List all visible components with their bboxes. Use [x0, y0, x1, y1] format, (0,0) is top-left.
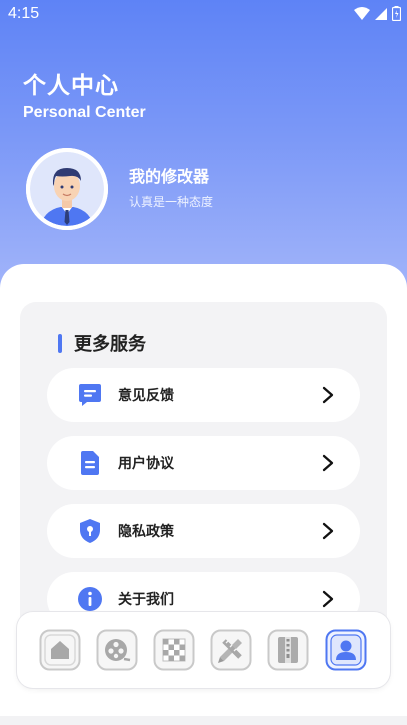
- bottom-edge: [0, 716, 407, 725]
- chevron-right-icon: [322, 590, 334, 608]
- film-reel-icon: [96, 629, 138, 671]
- status-bar: 4:15: [0, 0, 407, 28]
- chevron-right-icon: [322, 386, 334, 404]
- shield-icon: [80, 519, 100, 543]
- document-icon: [81, 451, 99, 475]
- page-title: 个人中心: [23, 73, 119, 99]
- wifi-icon: [354, 6, 370, 20]
- menu-item-label: 关于我们: [118, 592, 174, 608]
- tab-tools[interactable]: [210, 629, 252, 671]
- section-header: 更多服务: [58, 330, 146, 356]
- menu-item-user-agreement[interactable]: 用户协议: [47, 436, 360, 490]
- menu-item-privacy-policy[interactable]: 隐私政策: [47, 504, 360, 558]
- section-title: 更多服务: [74, 334, 146, 355]
- status-icons: [354, 6, 401, 21]
- page-subtitle: Personal Center: [23, 104, 146, 121]
- tab-media[interactable]: [96, 629, 138, 671]
- profile-icon: [325, 629, 367, 671]
- profile-motto: 认真是一种态度: [129, 195, 214, 209]
- tab-profile[interactable]: [325, 629, 367, 671]
- avatar[interactable]: [26, 148, 108, 230]
- section-accent-bar: [58, 333, 62, 353]
- menu-item-label: 意见反馈: [118, 388, 174, 404]
- home-icon: [39, 629, 81, 671]
- menu-item-label: 用户协议: [118, 456, 174, 472]
- services-card: 更多服务 意见反馈 用户协议 隐私政策 关于我们: [20, 302, 387, 632]
- user-avatar-icon: [26, 148, 108, 230]
- chevron-right-icon: [322, 522, 334, 540]
- checker-grid-icon: [153, 629, 195, 671]
- info-icon: [78, 587, 102, 611]
- pencil-ruler-icon: [210, 629, 252, 671]
- menu-item-feedback[interactable]: 意见反馈: [47, 368, 360, 422]
- feedback-icon: [79, 384, 101, 406]
- signal-icon: [375, 7, 387, 20]
- status-time: 4:15: [8, 5, 40, 22]
- tab-grid[interactable]: [153, 629, 195, 671]
- chevron-right-icon: [322, 454, 334, 472]
- menu-item-label: 隐私政策: [118, 524, 174, 540]
- bottom-tab-bar: [17, 612, 390, 688]
- profile-name: 我的修改器: [129, 167, 210, 186]
- screen: 4:15 个人中心 Personal Center 我的修改器 认真是一种态度 …: [0, 0, 407, 725]
- battery-icon: [392, 6, 401, 21]
- zip-file-icon: [267, 629, 309, 671]
- tab-home[interactable]: [39, 629, 81, 671]
- tab-files[interactable]: [267, 629, 309, 671]
